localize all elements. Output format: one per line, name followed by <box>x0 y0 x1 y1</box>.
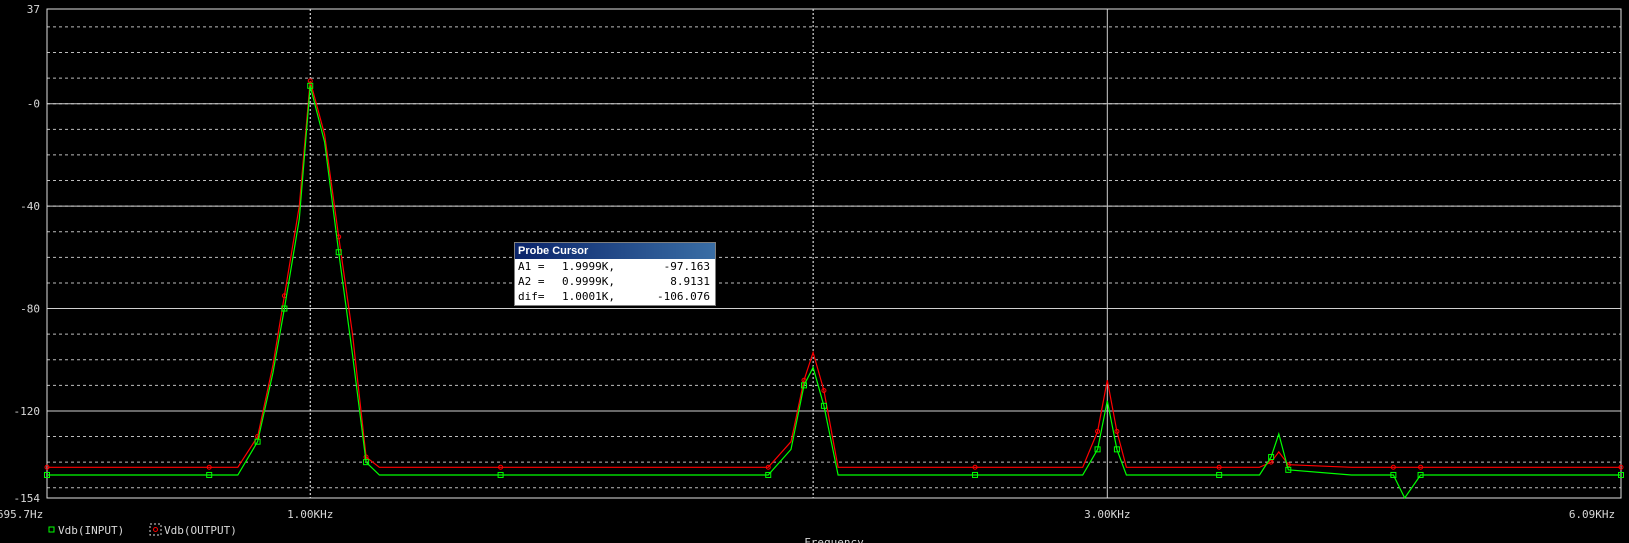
x-axis-label: Frequency <box>804 536 864 543</box>
legend-marker-output <box>153 527 158 532</box>
legend-label-output: Vdb(OUTPUT) <box>164 524 237 537</box>
probe-cursor-dialog[interactable]: Probe Cursor A1 = 1.9999K, -97.163 A2 = … <box>514 242 716 306</box>
series-line-output <box>47 80 1621 468</box>
probe-cursor-title[interactable]: Probe Cursor <box>515 243 715 259</box>
probe-row-a2: A2 = 0.9999K, 8.9131 <box>515 274 715 289</box>
x-tick-label: 3.00KHz <box>1084 508 1130 521</box>
grid <box>47 9 1621 498</box>
probe-window: 37 -0 -40 -80 -120 -154 695.7Hz 1.00KHz 3.00KHz 6… <box>0 0 1629 543</box>
probe-row-y: -97.163 <box>663 260 710 273</box>
legend-marker-input <box>48 526 55 533</box>
probe-row-label: A1 = <box>518 260 545 273</box>
x-tick-label: 695.7Hz <box>0 508 43 521</box>
y-tick-label: -154 <box>14 492 41 505</box>
legend: Vdb(INPUT) Vdb(OUTPUT) <box>48 523 237 537</box>
probe-row-x: 1.0001K, <box>562 290 615 303</box>
legend-selection-box <box>149 523 162 536</box>
probe-row-label: A2 = <box>518 275 545 288</box>
series <box>44 78 1624 500</box>
probe-row-label: dif= <box>518 290 545 303</box>
y-tick-label: -0 <box>27 98 40 111</box>
y-tick-label: -120 <box>14 405 41 418</box>
y-tick-label: 37 <box>27 3 40 16</box>
probe-row-y: -106.076 <box>657 290 710 303</box>
x-tick-label: 6.09KHz <box>1569 508 1615 521</box>
probe-row-y: 8.9131 <box>670 275 710 288</box>
plot-frame <box>46 8 1622 499</box>
y-tick-label: -80 <box>20 303 40 316</box>
y-tick-label: -40 <box>20 200 40 213</box>
x-tick-label: 1.00KHz <box>287 508 333 521</box>
probe-row-a1: A1 = 1.9999K, -97.163 <box>515 259 715 274</box>
probe-row-x: 1.9999K, <box>562 260 615 273</box>
plot-area[interactable]: 37 -0 -40 -80 -120 -154 695.7Hz 1.00KHz 3.00KHz 6… <box>0 0 1629 543</box>
probe-row-x: 0.9999K, <box>562 275 615 288</box>
probe-row-dif: dif= 1.0001K, -106.076 <box>515 289 715 304</box>
legend-label-input: Vdb(INPUT) <box>58 524 124 537</box>
